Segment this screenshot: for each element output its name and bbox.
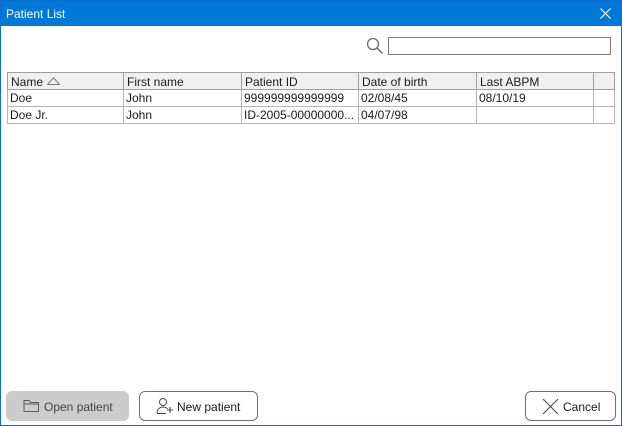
cell-text: 02/08/45 [361,91,408,105]
patient-table: Name First name Patient ID Date of birth… [7,72,615,124]
close-icon [600,8,611,19]
cell-last-abpm [477,107,594,124]
sort-ascending-icon [47,77,60,85]
cancel-button[interactable]: Cancel [525,391,616,421]
column-header-label: Name [11,75,44,89]
column-header-label: Last ABPM [480,75,540,89]
cell-text: 04/07/98 [361,108,408,122]
search-icon [366,37,384,55]
cell-text: Doe [10,91,33,105]
column-header-name[interactable]: Name [7,72,124,90]
cell-name: Doe [7,90,124,107]
cell-text: Doe Jr. [10,108,49,122]
folder-icon [23,400,39,412]
cell-extra [594,107,615,124]
cell-first-name: John [124,107,242,124]
new-patient-button[interactable]: New patient [139,391,258,421]
column-header-extra[interactable] [594,72,615,90]
cell-text: 999999999999999 [244,91,345,105]
cell-date-of-birth: 04/07/98 [359,107,477,124]
cancel-label: Cancel [563,400,601,414]
column-header-label: First name [127,75,184,89]
cell-text: John [126,91,153,105]
cell-extra [594,90,615,107]
column-header-first-name[interactable]: First name [124,72,242,90]
cell-text: John [126,108,153,122]
cell-name: Doe Jr. [7,107,124,124]
column-header-last-abpm[interactable]: Last ABPM [477,72,594,90]
column-header-label: Date of birth [362,75,428,89]
window-title: Patient List [6,7,66,21]
open-patient-label: Open patient [44,400,113,414]
column-header-label: Patient ID [245,75,298,89]
add-user-icon [156,398,173,414]
cell-date-of-birth: 02/08/45 [359,90,477,107]
cell-patient-id: ID-2005-00000000... [242,107,359,124]
cell-text: ID-2005-00000000... [244,108,355,122]
close-button[interactable] [593,1,619,26]
cell-text: 08/10/19 [479,91,526,105]
title-bar: Patient List [1,1,621,26]
cell-patient-id: 999999999999999 [242,90,359,107]
cell-last-abpm: 08/10/19 [477,90,594,107]
column-header-date-of-birth[interactable]: Date of birth [359,72,477,90]
cell-first-name: John [124,90,242,107]
cancel-x-icon [542,398,559,415]
search-input[interactable] [388,37,611,55]
patient-list-window: Patient List Name First name Patient ID … [0,0,622,426]
new-patient-label: New patient [177,400,241,414]
open-patient-button[interactable]: Open patient [6,391,129,421]
column-header-patient-id[interactable]: Patient ID [242,72,359,90]
